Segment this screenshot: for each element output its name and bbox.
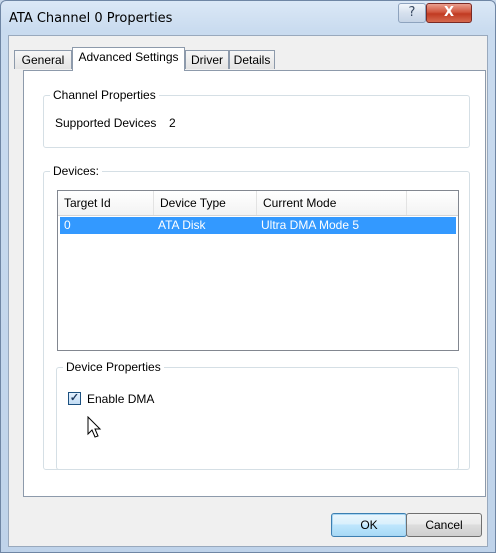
- tab-advanced-settings[interactable]: Advanced Settings: [72, 47, 185, 71]
- enable-dma-checkbox[interactable]: ✓: [68, 392, 81, 405]
- device-current-mode: Ultra DMA Mode 5: [261, 218, 360, 232]
- tab-details[interactable]: Details: [229, 50, 275, 69]
- tab-general[interactable]: General: [14, 50, 72, 69]
- mouse-pointer-icon: [87, 416, 102, 438]
- devices-list[interactable]: Target Id Device Type Current Mode 0 ATA…: [57, 190, 459, 351]
- devices-list-header: Target Id Device Type Current Mode: [58, 191, 458, 216]
- close-button[interactable]: X: [426, 3, 472, 23]
- device-target-id: 0: [64, 218, 71, 232]
- supported-devices-value: 2: [169, 116, 176, 130]
- ok-button[interactable]: OK: [331, 513, 407, 537]
- tab-driver[interactable]: Driver: [185, 50, 229, 69]
- device-properties-group: Device Properties: [56, 360, 459, 470]
- cancel-button[interactable]: Cancel: [406, 513, 482, 537]
- device-properties-legend: Device Properties: [66, 360, 161, 374]
- supported-devices-label: Supported Devices: [55, 116, 157, 130]
- device-row[interactable]: 0 ATA Disk Ultra DMA Mode 5: [60, 217, 456, 234]
- device-type: ATA Disk: [158, 218, 206, 232]
- devices-legend: Devices:: [53, 164, 100, 178]
- window-title: ATA Channel 0 Properties: [9, 11, 173, 26]
- help-button[interactable]: ?: [398, 3, 426, 23]
- title-bar[interactable]: ATA Channel 0 Properties ? X: [1, 1, 495, 35]
- column-header-device-type[interactable]: Device Type: [154, 191, 257, 215]
- column-header-current-mode[interactable]: Current Mode: [257, 191, 407, 215]
- enable-dma-label[interactable]: Enable DMA: [87, 392, 154, 406]
- column-header-target-id[interactable]: Target Id: [58, 191, 154, 215]
- channel-properties-legend: Channel Properties: [53, 88, 156, 102]
